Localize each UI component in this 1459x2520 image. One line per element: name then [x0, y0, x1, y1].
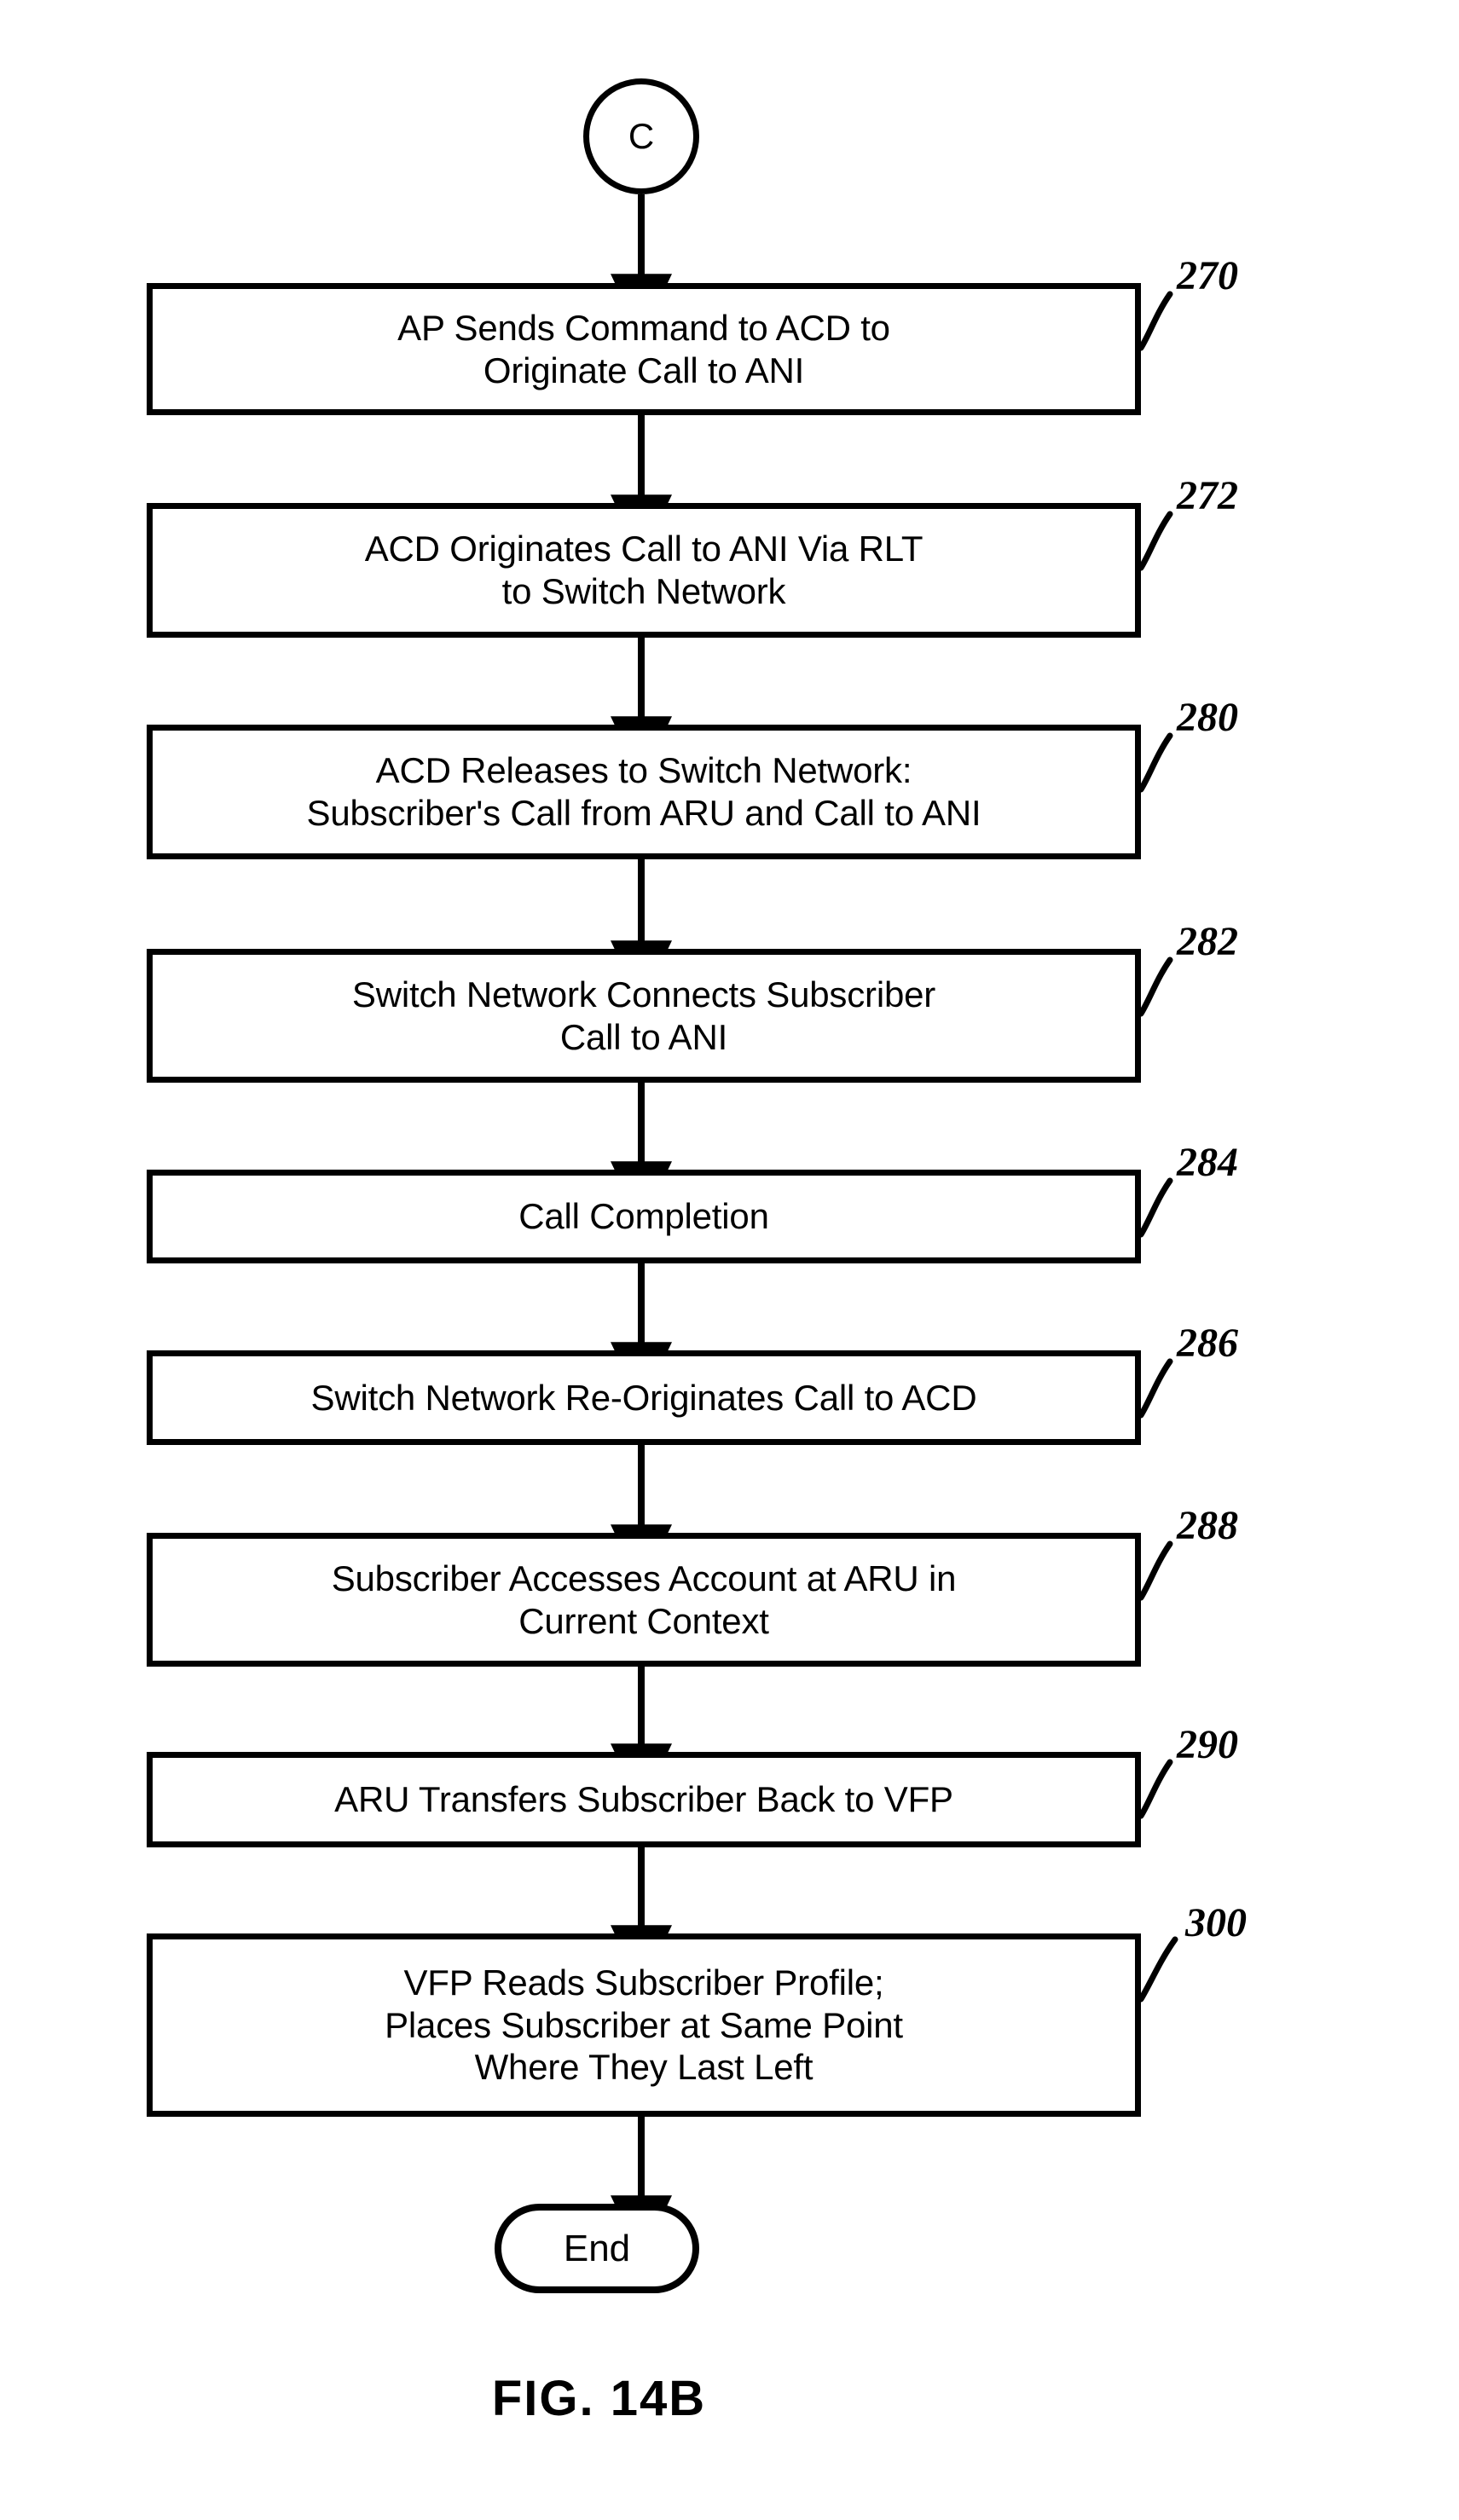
process-box-284-text: Call Completion	[518, 1196, 769, 1237]
figure-caption: FIG. 14B	[491, 2371, 707, 2426]
end-terminator-label: End	[563, 2227, 631, 2269]
leader-line-280	[1138, 732, 1173, 793]
leader-line-300	[1138, 1936, 1178, 2003]
process-box-300: VFP Reads Subscriber Profile; Places Sub…	[147, 1933, 1141, 2117]
process-box-288-text: Subscriber Accesses Account at ARU in Cu…	[331, 1558, 957, 1641]
process-box-282-text: Switch Network Connects Subscriber Call …	[351, 974, 936, 1057]
process-box-270-text: AP Sends Command to ACD to Originate Cal…	[397, 307, 890, 390]
process-box-270: AP Sends Command to ACD to Originate Cal…	[147, 283, 1141, 415]
process-box-272-text: ACD Originates Call to ANI Via RLT to Sw…	[364, 529, 923, 611]
leader-line-270	[1138, 291, 1173, 351]
flowchart-figure: C AP Sends Command to ACD to Originate C…	[0, 0, 1459, 2520]
ref-numeral-300: 300	[1185, 1900, 1247, 1945]
process-box-280: ACD Releases to Switch Network: Subscrib…	[147, 725, 1141, 859]
process-box-290-text: ARU Transfers Subscriber Back to VFP	[334, 1779, 953, 1820]
process-box-272: ACD Originates Call to ANI Via RLT to Sw…	[147, 503, 1141, 638]
process-box-290: ARU Transfers Subscriber Back to VFP	[147, 1752, 1141, 1847]
ref-numeral-288: 288	[1177, 1503, 1238, 1548]
ref-numeral-270: 270	[1177, 253, 1238, 298]
process-box-286-text: Switch Network Re-Originates Call to ACD	[310, 1377, 977, 1418]
leader-line-282	[1138, 957, 1173, 1017]
ref-numeral-290: 290	[1177, 1722, 1238, 1767]
entry-connector-label: C	[628, 116, 655, 156]
ref-numeral-280: 280	[1177, 695, 1238, 740]
leader-line-284	[1138, 1177, 1173, 1238]
process-box-280-text: ACD Releases to Switch Network: Subscrib…	[306, 750, 981, 833]
leader-line-272	[1138, 511, 1173, 571]
ref-numeral-286: 286	[1177, 1321, 1238, 1366]
process-box-300-text: VFP Reads Subscriber Profile; Places Sub…	[385, 1962, 903, 2088]
process-box-284: Call Completion	[147, 1170, 1141, 1263]
leader-line-290	[1138, 1759, 1173, 1819]
leader-line-288	[1138, 1540, 1173, 1601]
process-box-288: Subscriber Accesses Account at ARU in Cu…	[147, 1533, 1141, 1667]
entry-connector-c: C	[583, 78, 699, 194]
ref-numeral-284: 284	[1177, 1140, 1238, 1185]
process-box-282: Switch Network Connects Subscriber Call …	[147, 949, 1141, 1083]
end-terminator: End	[495, 2204, 699, 2293]
ref-numeral-272: 272	[1177, 473, 1238, 518]
ref-numeral-282: 282	[1177, 919, 1238, 964]
leader-line-286	[1138, 1358, 1173, 1419]
process-box-286: Switch Network Re-Originates Call to ACD	[147, 1350, 1141, 1445]
